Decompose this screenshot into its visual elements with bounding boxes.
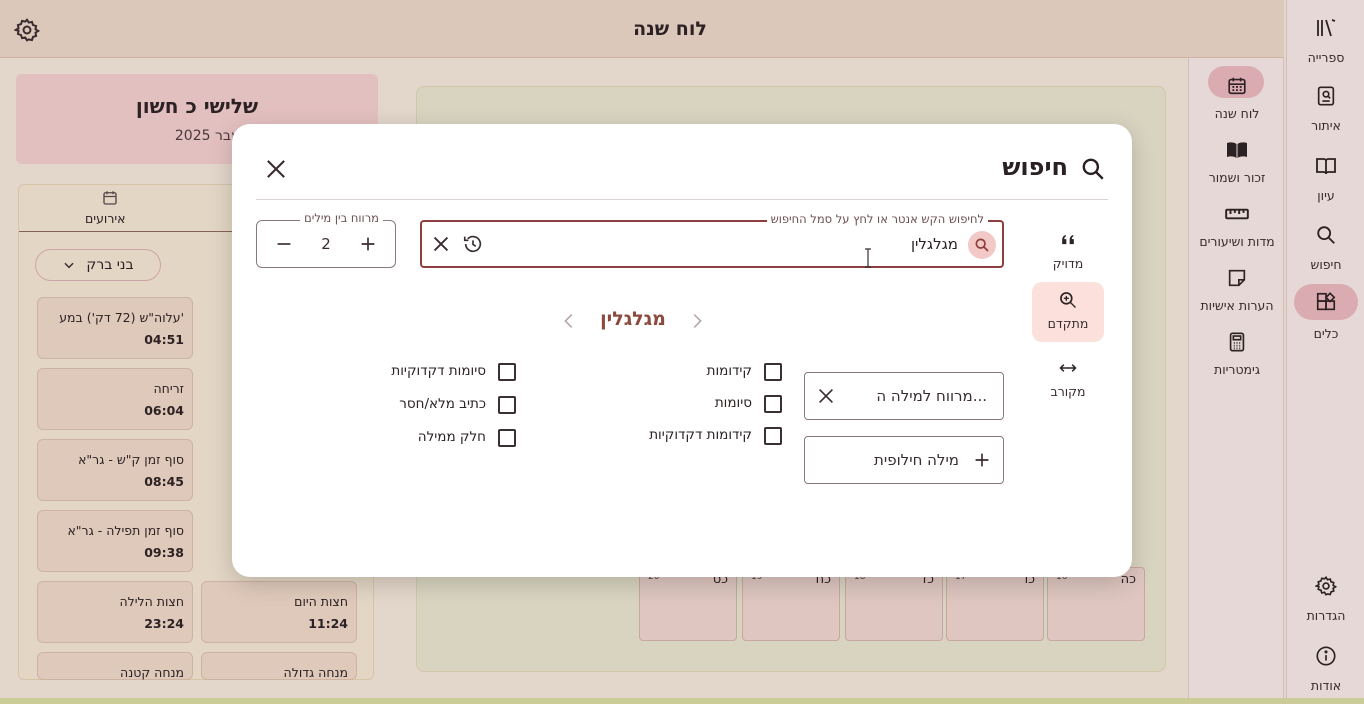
checkbox[interactable] xyxy=(498,396,516,414)
mode-label: מתקדם xyxy=(1047,316,1089,331)
search-icon xyxy=(1082,158,1104,180)
minus-icon[interactable] xyxy=(273,233,295,255)
chevron-left-icon[interactable] xyxy=(558,310,580,332)
mode-label: מקורב xyxy=(1050,384,1086,399)
mode-exact[interactable]: מדויק xyxy=(1032,222,1104,282)
arrows-horizontal-icon xyxy=(1056,356,1080,380)
search-query-label: לחיפוש הקש אנטר או לחץ על סמל החיפוש xyxy=(766,212,988,226)
option-grammatical-suffixes[interactable]: סיומות דקדוקיות xyxy=(362,361,516,383)
option-suffixes[interactable]: סיומות xyxy=(612,393,782,415)
word-spacing-placeholder: מרווח למילה ה... xyxy=(876,387,987,405)
text-cursor-icon xyxy=(865,248,871,268)
search-icon xyxy=(975,238,989,252)
chevron-right-icon[interactable] xyxy=(686,310,708,332)
checkbox[interactable] xyxy=(764,363,782,381)
mode-advanced[interactable]: מתקדם xyxy=(1032,282,1104,342)
search-dialog: חיפוש מדויק מתקדם מקורב לחיפוש הקש אנטר … xyxy=(232,124,1132,577)
option-prefixes[interactable]: קידומות xyxy=(612,361,782,383)
plus-icon[interactable] xyxy=(971,449,993,471)
option-label: קידומות xyxy=(706,363,752,379)
option-label: סיומות xyxy=(714,395,752,411)
dialog-title: חיפוש xyxy=(1002,153,1068,181)
option-label: סיומות דקדוקיות xyxy=(391,363,486,379)
advanced-search-icon xyxy=(1056,288,1080,312)
dialog-divider xyxy=(256,199,1108,200)
checkbox[interactable] xyxy=(498,363,516,381)
checkbox[interactable] xyxy=(764,395,782,413)
word-gap-stepper: מרווח בין מילים 2 xyxy=(256,211,396,268)
mode-approximate[interactable]: מקורב xyxy=(1032,350,1104,410)
word-navigator: מגלגלין xyxy=(558,306,708,336)
word-gap-value[interactable]: 2 xyxy=(307,235,345,253)
option-label: כתיב מלא/חסר xyxy=(399,396,486,412)
option-grammatical-prefixes[interactable]: קידומות דקדוקיות xyxy=(612,425,782,447)
close-icon[interactable] xyxy=(815,385,837,407)
option-full-defective-spelling[interactable]: כתיב מלא/חסר xyxy=(362,394,516,416)
option-label: חלק ממילה xyxy=(417,429,486,445)
close-icon[interactable] xyxy=(262,155,290,183)
word-spacing-field[interactable]: מרווח למילה ה... xyxy=(804,372,1004,420)
alternate-word-field[interactable]: מילה חילופית xyxy=(804,436,1004,484)
checkbox[interactable] xyxy=(764,427,782,445)
clear-icon[interactable] xyxy=(430,233,452,255)
option-label: קידומות דקדוקיות xyxy=(649,427,752,443)
quote-icon xyxy=(1056,228,1080,252)
mode-label: מדויק xyxy=(1052,256,1084,271)
search-query-box: לחיפוש הקש אנטר או לחץ על סמל החיפוש xyxy=(420,212,1004,268)
search-query-input[interactable] xyxy=(538,230,958,258)
alternate-word-placeholder: מילה חילופית xyxy=(874,451,959,469)
current-word: מגלגלין xyxy=(600,308,666,330)
word-gap-label: מרווח בין מילים xyxy=(300,211,383,225)
history-icon[interactable] xyxy=(462,233,484,255)
plus-icon[interactable] xyxy=(357,233,379,255)
search-submit-button[interactable] xyxy=(968,231,996,259)
option-partial-word[interactable]: חלק ממילה xyxy=(362,427,516,449)
checkbox[interactable] xyxy=(498,429,516,447)
